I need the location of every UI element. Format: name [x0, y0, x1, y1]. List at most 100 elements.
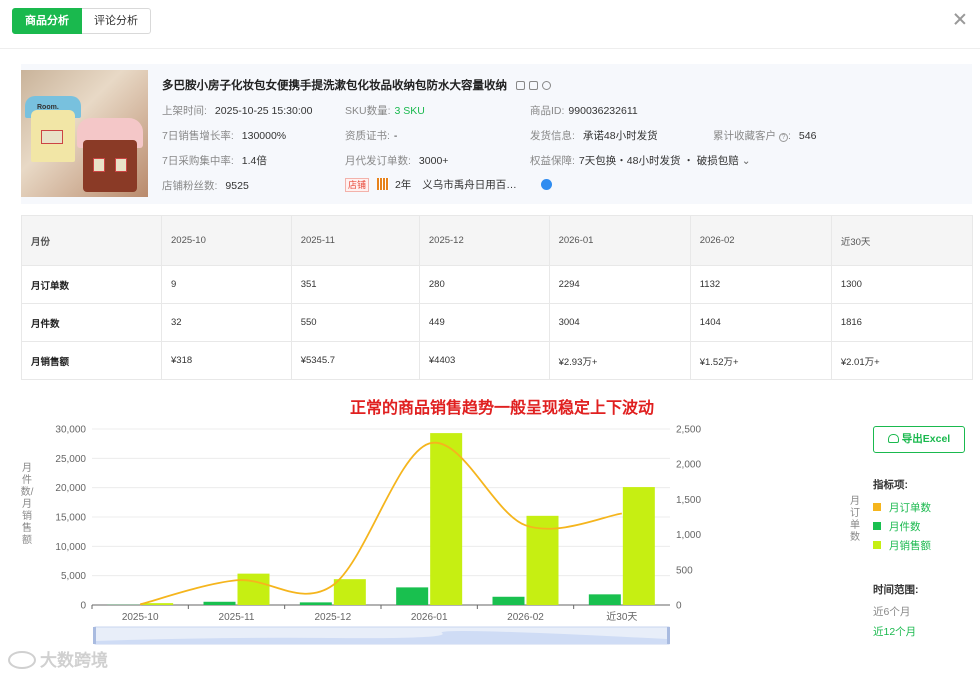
purchase-concentration: 7日采购集中率: 1.4倍: [162, 155, 267, 167]
table-cell: 3004: [548, 303, 691, 342]
chat-icon[interactable]: [541, 179, 552, 190]
legend-swatch: [873, 541, 881, 549]
sales-chart: 0 5,000 10,000 15,000 20,000 25,000 30,000 0 500…: [55, 425, 701, 645]
table-cell: ¥1.52万+: [689, 341, 832, 380]
shipping-info: 发货信息: 承诺48小时发货: [530, 130, 658, 142]
analysis-tabs: 商品分析 评论分析: [12, 8, 151, 34]
right-tick-label: 0: [676, 601, 682, 612]
table-row: 月订单数 9 351 280 2294 1132 1300: [21, 265, 974, 304]
cloud-export-icon: [887, 434, 899, 443]
product-image[interactable]: Room.: [21, 70, 148, 197]
tab-review-analysis[interactable]: 评论分析: [82, 8, 151, 34]
image-search-icon[interactable]: [529, 81, 539, 90]
table-cell: 月销售额: [21, 341, 162, 380]
table-cell: 550: [290, 303, 420, 342]
table-cell: 1132: [689, 265, 832, 304]
table-header-cell: 2026-01: [548, 215, 691, 266]
divider: [0, 48, 980, 49]
table-header-cell: 月份: [21, 215, 162, 266]
table-header-cell: 2026-02: [689, 215, 832, 266]
store-name[interactable]: 义乌市禹舟日用百…: [422, 179, 517, 191]
right-tick-label: 2,500: [676, 425, 701, 436]
x-tick-label: 近30天: [606, 610, 637, 623]
copy-icon[interactable]: [516, 81, 526, 90]
bar-sales: [237, 573, 270, 605]
store-years: 2年: [394, 179, 412, 191]
left-tick-label: 10,000: [55, 542, 86, 553]
listed-time: 上架时间: 2025-10-25 15:30:00: [162, 105, 313, 117]
favorite-customers: 累计收藏客户?:546: [713, 130, 817, 142]
product-title: 多巴胺小房子化妆包女便携手提洗漱包化妆品收纳包防水大容量收纳: [162, 77, 555, 93]
table-header-cell: 近30天: [830, 215, 974, 266]
table-cell: 2294: [548, 265, 691, 304]
zoom-handle-right: [667, 627, 670, 644]
range-option-6-months[interactable]: 近6个月: [873, 604, 910, 619]
bar-sales: [333, 579, 366, 605]
legend-item-orders[interactable]: 月订单数: [873, 500, 931, 515]
table-cell: 32: [161, 303, 292, 342]
bar-units: [492, 596, 525, 605]
bar-units: [396, 587, 429, 605]
table-row: 月销售额 ¥318 ¥5345.7 ¥4403 ¥2.93万+ ¥1.52万+ …: [21, 341, 974, 380]
right-tick-label: 1,000: [676, 530, 701, 541]
chart-right-axis-label: 月订单数: [850, 496, 860, 543]
left-tick-label: 15,000: [55, 513, 86, 524]
sku-count: SKU数量: 3 SKU: [345, 105, 425, 117]
right-tick-label: 2,000: [676, 460, 701, 471]
store-years-icon: [377, 178, 390, 190]
chevron-down-icon[interactable]: ⌄: [739, 155, 751, 167]
metrics-heading: 指标项:: [873, 479, 908, 491]
x-tick-label: 2025-12: [314, 612, 351, 623]
right-tick-label: 500: [676, 565, 693, 576]
table-header-row: 月份 2025-10 2025-11 2025-12 2026-01 2026-…: [21, 215, 974, 266]
range-option-12-months[interactable]: 近12个月: [873, 624, 916, 639]
table-cell: 280: [418, 265, 550, 304]
table-cell: ¥2.01万+: [830, 341, 974, 380]
table-row: 月件数 32 550 449 3004 1404 1816: [21, 303, 974, 342]
dropship-orders: 月代发订单数: 3000+: [345, 155, 449, 167]
sales-growth: 7日销售增长率: 130000%: [162, 130, 287, 142]
store-tag: 店铺: [345, 178, 370, 192]
help-icon[interactable]: ?: [779, 133, 788, 142]
bar-units: [299, 602, 332, 605]
store-info[interactable]: 店铺 2年 义乌市禹舟日用百…: [345, 177, 517, 192]
table-header-cell: 2025-12: [418, 215, 550, 266]
left-tick-label: 25,000: [55, 454, 86, 465]
zoom-handle-left: [93, 627, 96, 644]
time-range-heading: 时间范围:: [873, 584, 919, 596]
product-card: Room. 多巴胺小房子化妆包女便携手提洗漱包化妆品收纳包防水大容量收纳 上架时…: [21, 64, 972, 204]
cloud-download-icon[interactable]: [542, 81, 552, 90]
legend-swatch: [873, 522, 881, 530]
table-cell: 1404: [689, 303, 832, 342]
export-excel-button[interactable]: 导出Excel: [873, 426, 965, 453]
tab-product-analysis[interactable]: 商品分析: [12, 8, 82, 34]
table-cell: ¥2.93万+: [548, 341, 691, 380]
product-image-text: Room.: [37, 104, 59, 111]
right-tick-label: 1,500: [676, 495, 701, 506]
table-header-cell: 2025-10: [161, 215, 292, 266]
table-cell: 月订单数: [21, 265, 162, 304]
close-icon[interactable]: [952, 11, 968, 27]
table-cell: 1300: [830, 265, 974, 304]
legend-item-sales[interactable]: 月销售额: [873, 538, 931, 553]
table-cell: ¥4403: [418, 341, 550, 380]
table-cell: 1816: [830, 303, 974, 342]
left-tick-label: 30,000: [55, 425, 86, 436]
table-cell: 351: [290, 265, 420, 304]
table-header-cell: 2025-11: [290, 215, 420, 266]
rights-guarantee[interactable]: 权益保障: 7天包换・48小时发货 ・ 破损包赔 ⌄: [530, 153, 751, 168]
product-id: 商品ID: 990036232611: [530, 105, 638, 117]
table-cell: ¥5345.7: [290, 341, 420, 380]
legend-swatch: [873, 503, 881, 511]
bar-units: [588, 594, 621, 605]
x-tick-label: 2026-01: [411, 612, 448, 623]
bar-units: [203, 601, 236, 605]
monthly-stats-table: 月份 2025-10 2025-11 2025-12 2026-01 2026-…: [21, 215, 974, 380]
x-tick-label: 2025-11: [219, 612, 255, 623]
table-cell: 月件数: [21, 303, 162, 342]
legend-item-units[interactable]: 月件数: [873, 519, 921, 534]
table-cell: 9: [161, 265, 292, 304]
left-tick-label: 5,000: [61, 571, 86, 582]
certificate: 资质证书: -: [345, 130, 398, 142]
x-tick-label: 2025-10: [122, 612, 159, 623]
